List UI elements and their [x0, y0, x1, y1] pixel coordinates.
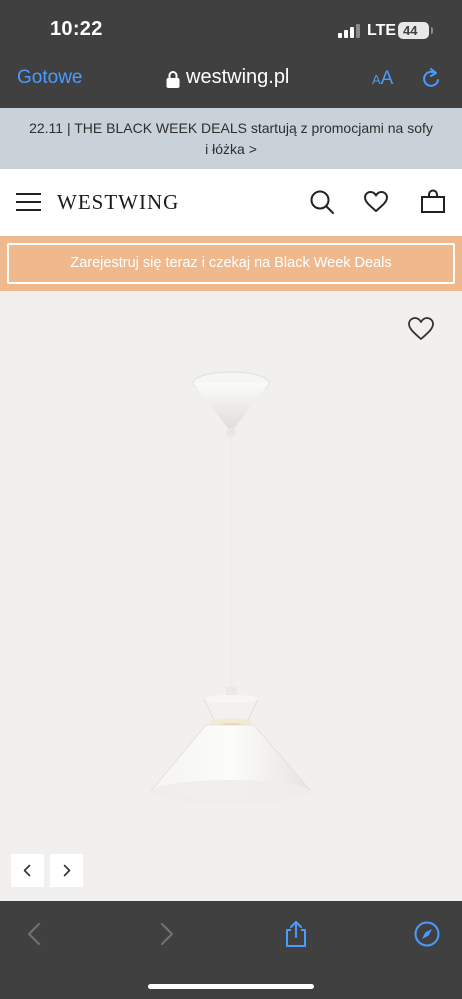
register-button[interactable]: Zarejestruj się teraz i czekaj na Black …: [7, 243, 455, 284]
next-image-button[interactable]: [50, 854, 83, 887]
status-time: 10:22: [50, 18, 103, 40]
web-page: 22.11 | THE BLACK WEEK DEALS startują z …: [0, 108, 462, 901]
chevron-left-icon: [23, 864, 31, 877]
prev-image-button[interactable]: [11, 854, 44, 887]
product-gallery: [0, 291, 462, 901]
page-domain[interactable]: westwing.pl: [186, 66, 289, 89]
pendant-lamp-image[interactable]: [140, 369, 320, 819]
menu-icon[interactable]: [16, 193, 41, 212]
search-icon[interactable]: [309, 189, 335, 215]
promo-banner[interactable]: 22.11 | THE BLACK WEEK DEALS startują z …: [0, 108, 462, 169]
browser-top-chrome: 10:22 LTE 44 Gotowe westwing.pl AA: [0, 0, 462, 108]
promo-text: 22.11 | THE BLACK WEEK DEALS startują z …: [29, 120, 433, 157]
url-bar: Gotowe westwing.pl AA: [0, 60, 462, 108]
register-strip: Zarejestruj się teraz i czekaj na Black …: [0, 236, 462, 291]
shopping-bag-icon[interactable]: [420, 189, 446, 215]
text-size-button[interactable]: AA: [372, 68, 393, 90]
cellular-signal-icon: [338, 24, 360, 38]
site-logo[interactable]: WESTWING: [57, 190, 179, 215]
battery-icon: 44: [398, 22, 433, 39]
text-size-small-label: A: [372, 72, 381, 87]
text-size-big-label: A: [380, 68, 394, 89]
chevron-right-icon: [63, 864, 71, 877]
browser-toolbar: [0, 901, 462, 999]
network-type: LTE: [367, 22, 397, 39]
heart-icon[interactable]: [363, 189, 389, 215]
compass-icon[interactable]: [413, 920, 441, 948]
status-bar: 10:22 LTE 44: [0, 0, 462, 60]
home-indicator: [148, 984, 314, 989]
back-icon[interactable]: [21, 920, 49, 948]
reload-icon[interactable]: [420, 68, 442, 90]
wishlist-heart-icon[interactable]: [407, 315, 435, 343]
site-header: WESTWING: [0, 169, 462, 236]
lock-icon: [166, 71, 180, 88]
battery-level: 44: [403, 23, 418, 38]
share-icon[interactable]: [282, 920, 310, 948]
done-button[interactable]: Gotowe: [17, 67, 82, 89]
forward-icon[interactable]: [152, 920, 180, 948]
